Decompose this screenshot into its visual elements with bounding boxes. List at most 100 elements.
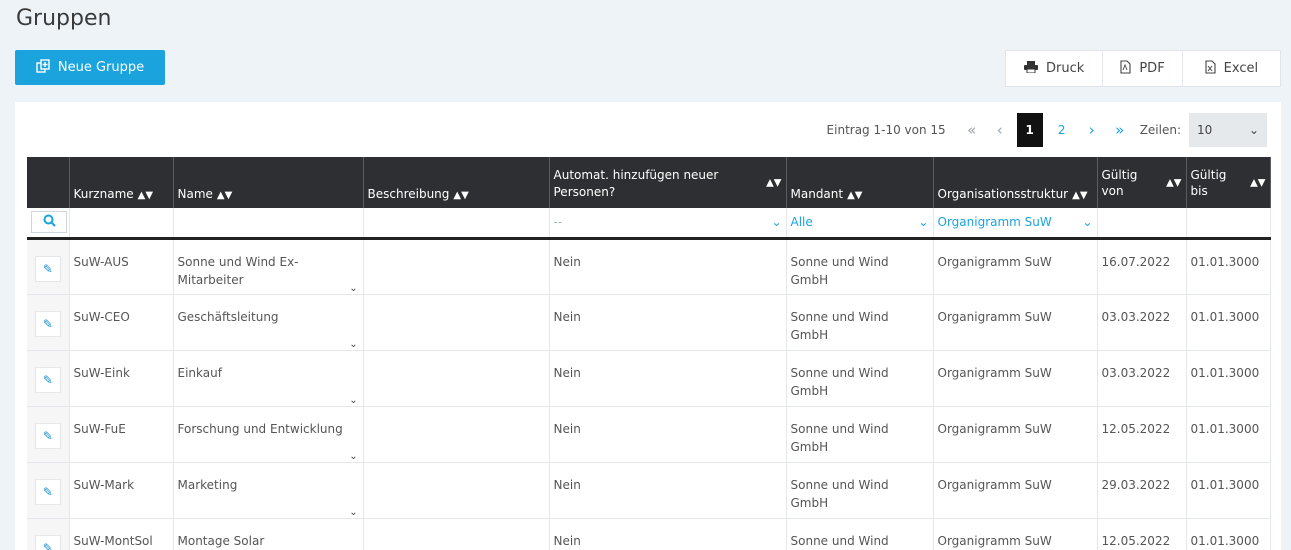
print-button[interactable]: Druck (1006, 51, 1104, 86)
cell-automat: Nein (549, 518, 787, 550)
new-group-label: Neue Gruppe (57, 60, 145, 75)
cell-mandant: Sonne und Wind GmbH (786, 406, 934, 463)
cell-kurzname: SuW-MontSol (69, 518, 174, 550)
excel-file-icon (1205, 59, 1216, 78)
next-page-link[interactable]: › (1078, 121, 1106, 139)
sort-icon: ▲▼ (216, 190, 233, 201)
table-row: ✎ SuW-Mark Marketing ⌄ Nein Sonne und Win… (27, 462, 1271, 519)
filter-mandant[interactable]: Alle ⌄ (786, 208, 934, 240)
sort-icon: ▲▼ (766, 177, 782, 188)
cell-automat: Nein (549, 238, 787, 295)
last-page-link[interactable]: » (1106, 121, 1134, 139)
edit-pencil-icon[interactable]: ✎ (34, 422, 61, 449)
cell-name: Sonne und Wind Ex-Mitarbeiter ⌄ (173, 238, 364, 295)
filter-automat[interactable]: -- ⌄ (549, 208, 787, 240)
pdf-button[interactable]: PDF (1103, 51, 1183, 86)
page-title: Gruppen (16, 6, 112, 31)
chevron-down-icon: ⌄ (1082, 215, 1093, 230)
header-name[interactable]: Name ▲▼ (173, 157, 364, 208)
chevron-down-icon: ⌄ (918, 215, 929, 230)
expand-chevron-icon[interactable]: ⌄ (347, 504, 361, 518)
cell-kurzname: SuW-FuE (69, 406, 174, 463)
cell-gueltig-bis: 01.01.3000 (1186, 462, 1271, 519)
cell-org: Organigramm SuW (933, 518, 1098, 550)
cell-name: Montage Solar (173, 518, 364, 550)
print-label: Druck (1046, 61, 1085, 76)
pdf-label: PDF (1139, 61, 1165, 76)
cell-mandant: Sonne und Wind GmbH (786, 350, 934, 407)
expand-chevron-icon[interactable]: ⌄ (347, 392, 361, 406)
cell-mandant: Sonne und Wind GmbH (786, 462, 934, 519)
sort-icon: ▲▼ (1250, 177, 1266, 188)
header-gueltig-bis[interactable]: Gültig bis ▲▼ (1186, 157, 1271, 208)
rows-per-page-select[interactable]: 10 ⌄ (1189, 112, 1267, 147)
rows-value: 10 (1197, 122, 1213, 137)
filter-org[interactable]: Organigramm SuW ⌄ (933, 208, 1098, 240)
filter-kurzname[interactable] (69, 208, 174, 240)
table-row: ✎ SuW-Eink Einkauf ⌄ Nein Sonne und Wind … (27, 350, 1271, 407)
cell-name: Einkauf ⌄ (173, 350, 364, 407)
excel-label: Excel (1223, 61, 1259, 76)
chevron-down-icon: ⌄ (771, 215, 782, 230)
cell-org: Organigramm SuW (933, 238, 1098, 295)
header-kurzname[interactable]: Kurzname ▲▼ (69, 157, 174, 208)
header-gueltig-von[interactable]: Gültig von ▲▼ (1097, 157, 1187, 208)
pager-info: Eintrag 1-10 von 15 (826, 122, 946, 137)
page-2-link[interactable]: 2 (1049, 113, 1075, 147)
cell-gueltig-bis: 01.01.3000 (1186, 238, 1271, 295)
filter-name[interactable] (173, 208, 364, 240)
edit-pencil-icon[interactable]: ✎ (34, 310, 61, 337)
expand-chevron-icon[interactable]: ⌄ (347, 280, 361, 294)
cell-gueltig-von: 16.07.2022 (1097, 238, 1187, 295)
table-row: ✎ SuW-AUS Sonne und Wind Ex-Mitarbeiter ⌄… (27, 238, 1271, 295)
edit-pencil-icon[interactable]: ✎ (34, 478, 61, 505)
expand-chevron-icon[interactable]: ⌄ (347, 336, 361, 350)
edit-pencil-icon[interactable]: ✎ (34, 255, 61, 282)
filter-beschreibung[interactable] (363, 208, 550, 240)
printer-icon (1024, 60, 1038, 77)
expand-chevron-icon[interactable]: ⌄ (347, 448, 361, 462)
cell-beschreibung (363, 462, 550, 519)
group-add-icon (36, 58, 50, 77)
cell-beschreibung (363, 350, 550, 407)
cell-beschreibung (363, 294, 550, 351)
cell-gueltig-von: 03.03.2022 (1097, 294, 1187, 351)
header-mandant[interactable]: Mandant ▲▼ (786, 157, 934, 208)
filter-search-cell (27, 208, 70, 240)
pagination: Eintrag 1-10 von 15 « ‹ 1 2 › » Zeilen: … (827, 112, 1267, 147)
prev-page-link[interactable]: ‹ (986, 121, 1014, 139)
header-org[interactable]: Organisationsstruktur ▲▼ (933, 157, 1098, 208)
cell-automat: Nein (549, 462, 787, 519)
cell-beschreibung (363, 238, 550, 295)
app: Gruppen Neue Gruppe Druck PDF Excel Eint… (0, 0, 1291, 550)
sort-icon: ▲▼ (137, 190, 154, 201)
cell-name: Marketing ⌄ (173, 462, 364, 519)
groups-panel: Eintrag 1-10 von 15 « ‹ 1 2 › » Zeilen: … (15, 102, 1281, 550)
groups-table: Kurzname ▲▼ Name ▲▼ Beschreibung ▲▼ Automat… (27, 157, 1271, 550)
excel-button[interactable]: Excel (1183, 51, 1280, 86)
filter-row: -- ⌄ Alle ⌄ Organigramm SuW ⌄ (27, 208, 1271, 240)
cell-org: Organigramm SuW (933, 462, 1098, 519)
cell-automat: Nein (549, 406, 787, 463)
cell-gueltig-von: 29.03.2022 (1097, 462, 1187, 519)
page-1-link[interactable]: 1 (1016, 112, 1043, 147)
chevron-down-icon: ⌄ (1248, 122, 1259, 137)
edit-pencil-icon[interactable]: ✎ (34, 534, 61, 550)
new-group-button[interactable]: Neue Gruppe (15, 50, 165, 85)
header-automat[interactable]: Automat. hinzufügen neuer Personen? ▲▼ (549, 157, 787, 208)
cell-mandant: Sonne und Wind (786, 518, 934, 550)
filter-gueltig-von[interactable] (1097, 208, 1187, 240)
cell-gueltig-von: 03.03.2022 (1097, 350, 1187, 407)
rows-label: Zeilen: (1139, 122, 1181, 137)
cell-org: Organigramm SuW (933, 406, 1098, 463)
sort-icon: ▲▼ (453, 190, 469, 201)
edit-pencil-icon[interactable]: ✎ (34, 366, 61, 393)
sort-icon: ▲▼ (1072, 190, 1088, 201)
first-page-link[interactable]: « (958, 121, 986, 139)
table-row: ✎ SuW-CEO Geschäftsleitung ⌄ Nein Sonne u… (27, 294, 1271, 351)
search-button[interactable] (31, 211, 67, 234)
cell-automat: Nein (549, 294, 787, 351)
header-beschreibung[interactable]: Beschreibung ▲▼ (363, 157, 550, 208)
filter-gueltig-bis[interactable] (1186, 208, 1271, 240)
cell-gueltig-von: 12.05.2022 (1097, 518, 1187, 550)
